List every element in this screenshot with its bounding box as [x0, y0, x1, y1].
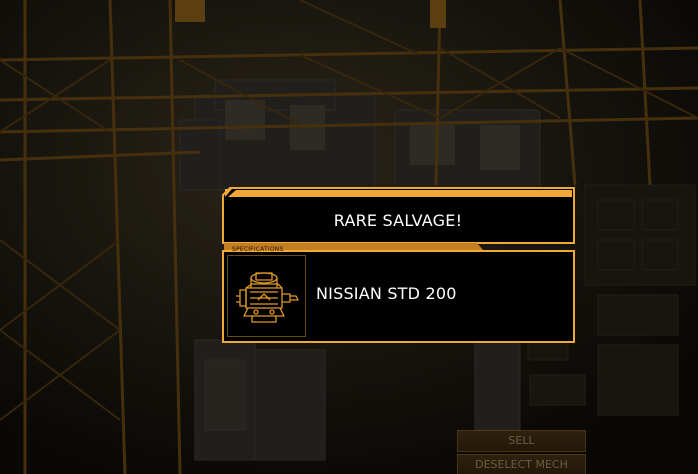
- item-icon-frame: [227, 255, 306, 337]
- specifications-label: SPECIFICATIONS: [232, 246, 284, 253]
- engine-icon: [236, 272, 299, 323]
- rare-salvage-dialog: RARE SALVAGE! SPECIFICATIONS NISSIAN STD…: [222, 187, 577, 344]
- sell-button[interactable]: SELL: [457, 430, 586, 452]
- hangar-scene: RARE SALVAGE! SPECIFICATIONS NISSIAN STD…: [0, 0, 698, 474]
- item-name: NISSIAN STD 200: [316, 284, 457, 303]
- dialog-title: RARE SALVAGE!: [333, 211, 463, 230]
- deselect-mech-button[interactable]: DESELECT MECH: [457, 454, 586, 474]
